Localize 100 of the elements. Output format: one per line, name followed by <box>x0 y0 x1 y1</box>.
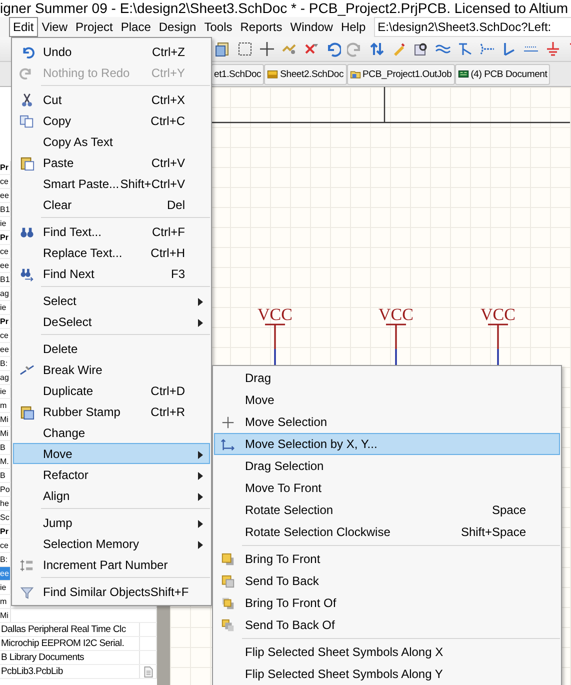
stamp-icon <box>19 405 35 420</box>
up-down-arrows-icon[interactable] <box>369 41 385 57</box>
harness-icon[interactable] <box>479 41 495 57</box>
stacked-squares-icon <box>220 574 236 589</box>
menu-item[interactable]: Bring To Front <box>214 548 560 570</box>
ground-icon[interactable] <box>545 41 561 57</box>
wire-icon[interactable] <box>501 41 517 57</box>
stacked-squares-icon <box>220 596 236 611</box>
menu-item[interactable]: Copy As Text <box>13 131 210 152</box>
copy-icon <box>19 114 35 129</box>
menu-item[interactable]: Rotate Selection Space <box>214 499 560 521</box>
shortcut-text: Shift+F <box>150 584 190 598</box>
menu-item[interactable]: Move Selection <box>214 411 560 433</box>
menu-bar-item[interactable]: Place <box>116 17 155 37</box>
stacked-squares-icon <box>220 618 236 633</box>
power-port-label: VCC <box>480 306 516 323</box>
menu-item[interactable]: Flip Selected Sheet Symbols Along Y <box>214 663 560 685</box>
menu-item[interactable]: Find Similar ObjectsShift+F <box>13 581 210 602</box>
tree-item[interactable]: Microchip EEPROM I2C Serial. <box>0 637 140 650</box>
document-icon <box>267 69 278 79</box>
menu-item[interactable]: Clear Del <box>13 194 210 215</box>
menu-item[interactable]: Move <box>13 443 210 464</box>
menu-item[interactable]: Rubber Stamp Ctrl+R <box>13 401 210 422</box>
tree-item[interactable]: Mi <box>0 609 11 622</box>
power-port-label: VCC <box>258 306 292 323</box>
inspect-icon[interactable] <box>413 41 429 57</box>
shortcut-text: Ctrl+C <box>150 114 186 128</box>
menu-item[interactable]: Change <box>13 422 210 443</box>
address-field[interactable]: E:\design2\Sheet3.SchDoc?Left: <box>374 17 571 37</box>
shortcut-text: Del <box>166 198 186 212</box>
shortcut-text: Ctrl+V <box>151 156 186 170</box>
numbered-list-icon <box>19 558 35 573</box>
menu-item[interactable]: Break Wire <box>13 359 210 380</box>
binoculars-icon <box>19 225 35 240</box>
menu-item[interactable]: Paste Ctrl+V <box>13 152 210 173</box>
menu-item[interactable]: Move <box>214 389 560 411</box>
menu-item[interactable]: Select <box>13 290 210 311</box>
document-tab[interactable]: et1.SchDoc <box>211 64 264 84</box>
menu-item[interactable]: Flip Selected Sheet Symbols Along X <box>214 641 560 663</box>
shortcut-text: F3 <box>170 266 186 280</box>
clipboard-icon <box>19 156 35 171</box>
shortcut-text: Ctrl+Y <box>151 66 186 80</box>
menu-item[interactable]: Bring To Front Of <box>214 592 560 614</box>
binoculars-arrow-icon <box>19 267 35 282</box>
scissors-icon <box>19 93 35 108</box>
menu-bar-item[interactable]: Project <box>71 17 117 37</box>
menu-item[interactable]: Refactor <box>13 464 210 485</box>
paste-icon[interactable] <box>215 41 231 57</box>
menu-item[interactable]: Selection Memory <box>13 533 210 554</box>
menu-item[interactable]: Delete <box>13 338 210 359</box>
menu-item[interactable]: Replace Text... Ctrl+H <box>13 242 210 263</box>
menu-item[interactable]: Smart Paste...Shift+Ctrl+V <box>13 173 210 194</box>
menu-item[interactable]: Jump <box>13 512 210 533</box>
menu-bar-item[interactable]: Reports <box>236 17 286 37</box>
menu-item[interactable]: Increment Part Number <box>13 554 210 575</box>
menu-item[interactable]: Find Text... Ctrl+F <box>13 221 210 242</box>
axis-arrows-icon <box>220 437 236 452</box>
menu-bar-item[interactable]: Help <box>336 17 370 37</box>
menu-bar-item[interactable]: Window <box>286 17 337 37</box>
window-title: igner Summer 09 - E:\design2\Sheet3.SchDoc * - PCB_Project2.PrjPCB. Licensed to Altium <box>0 0 568 16</box>
menu-bar-item[interactable]: View <box>38 17 72 37</box>
menu-item[interactable]: Drag Selection <box>214 455 560 477</box>
shortcut-text: Ctrl+X <box>151 92 186 106</box>
menu-item[interactable]: Align <box>13 485 210 506</box>
tree-item[interactable]: PcbLib3.PcbLib <box>0 665 140 678</box>
bus-entry-icon[interactable] <box>457 41 473 57</box>
menu-item[interactable]: Rotate Selection Clockwise Shift+Space <box>214 521 560 543</box>
crosshair-icon[interactable] <box>259 41 275 57</box>
circuit-board-icon <box>458 69 469 79</box>
undo-icon[interactable] <box>325 41 341 57</box>
menu-item[interactable]: DeSelect <box>13 311 210 332</box>
crosshair-icon <box>220 415 236 430</box>
shortcut-text: Ctrl+R <box>150 404 186 418</box>
menu-item[interactable]: Move To Front <box>214 477 560 499</box>
dashed-rectangle-icon[interactable] <box>237 41 253 57</box>
shortcut-text: Ctrl+D <box>150 384 186 398</box>
menu-item[interactable]: Find Next F3 <box>13 263 210 284</box>
tree-item[interactable]: Dallas Peripheral Real Time Clc <box>0 623 140 636</box>
shortcut-text: Shift+Space <box>460 525 527 539</box>
menu-item[interactable]: Copy Ctrl+C <box>13 110 210 131</box>
menu-item[interactable]: Send To Back <box>214 570 560 592</box>
shortcut-text: Space <box>492 503 527 517</box>
menu-item[interactable]: Drag <box>214 367 560 389</box>
menu-bar-item[interactable]: Design <box>154 17 200 37</box>
funnel-icon <box>19 585 35 600</box>
menu-item[interactable]: Duplicate Ctrl+D <box>13 380 210 401</box>
menu-item[interactable]: Send To Back Of <box>214 614 560 636</box>
document-tab[interactable]: (4) PCB Document <box>454 64 550 84</box>
shortcut-text: Shift+Ctrl+V <box>120 176 186 190</box>
menu-item[interactable]: Move Selection by X, Y... <box>214 433 560 455</box>
document-tab[interactable]: PCB_Project1.OutJob <box>346 64 455 84</box>
menu-bar-item[interactable]: Edit <box>9 17 38 37</box>
menu-item[interactable]: Cut Ctrl+X <box>13 89 210 110</box>
document-tab[interactable]: Sheet2.SchDoc <box>264 64 347 84</box>
power-port-label: VCC <box>378 306 414 323</box>
menu-bar-item[interactable]: Tools <box>200 17 236 37</box>
stacked-squares-icon <box>220 552 236 567</box>
tree-item[interactable]: B Library Documents <box>0 651 140 664</box>
shortcut-text: Ctrl+H <box>150 246 186 260</box>
tree-item[interactable]: ee <box>0 567 11 580</box>
